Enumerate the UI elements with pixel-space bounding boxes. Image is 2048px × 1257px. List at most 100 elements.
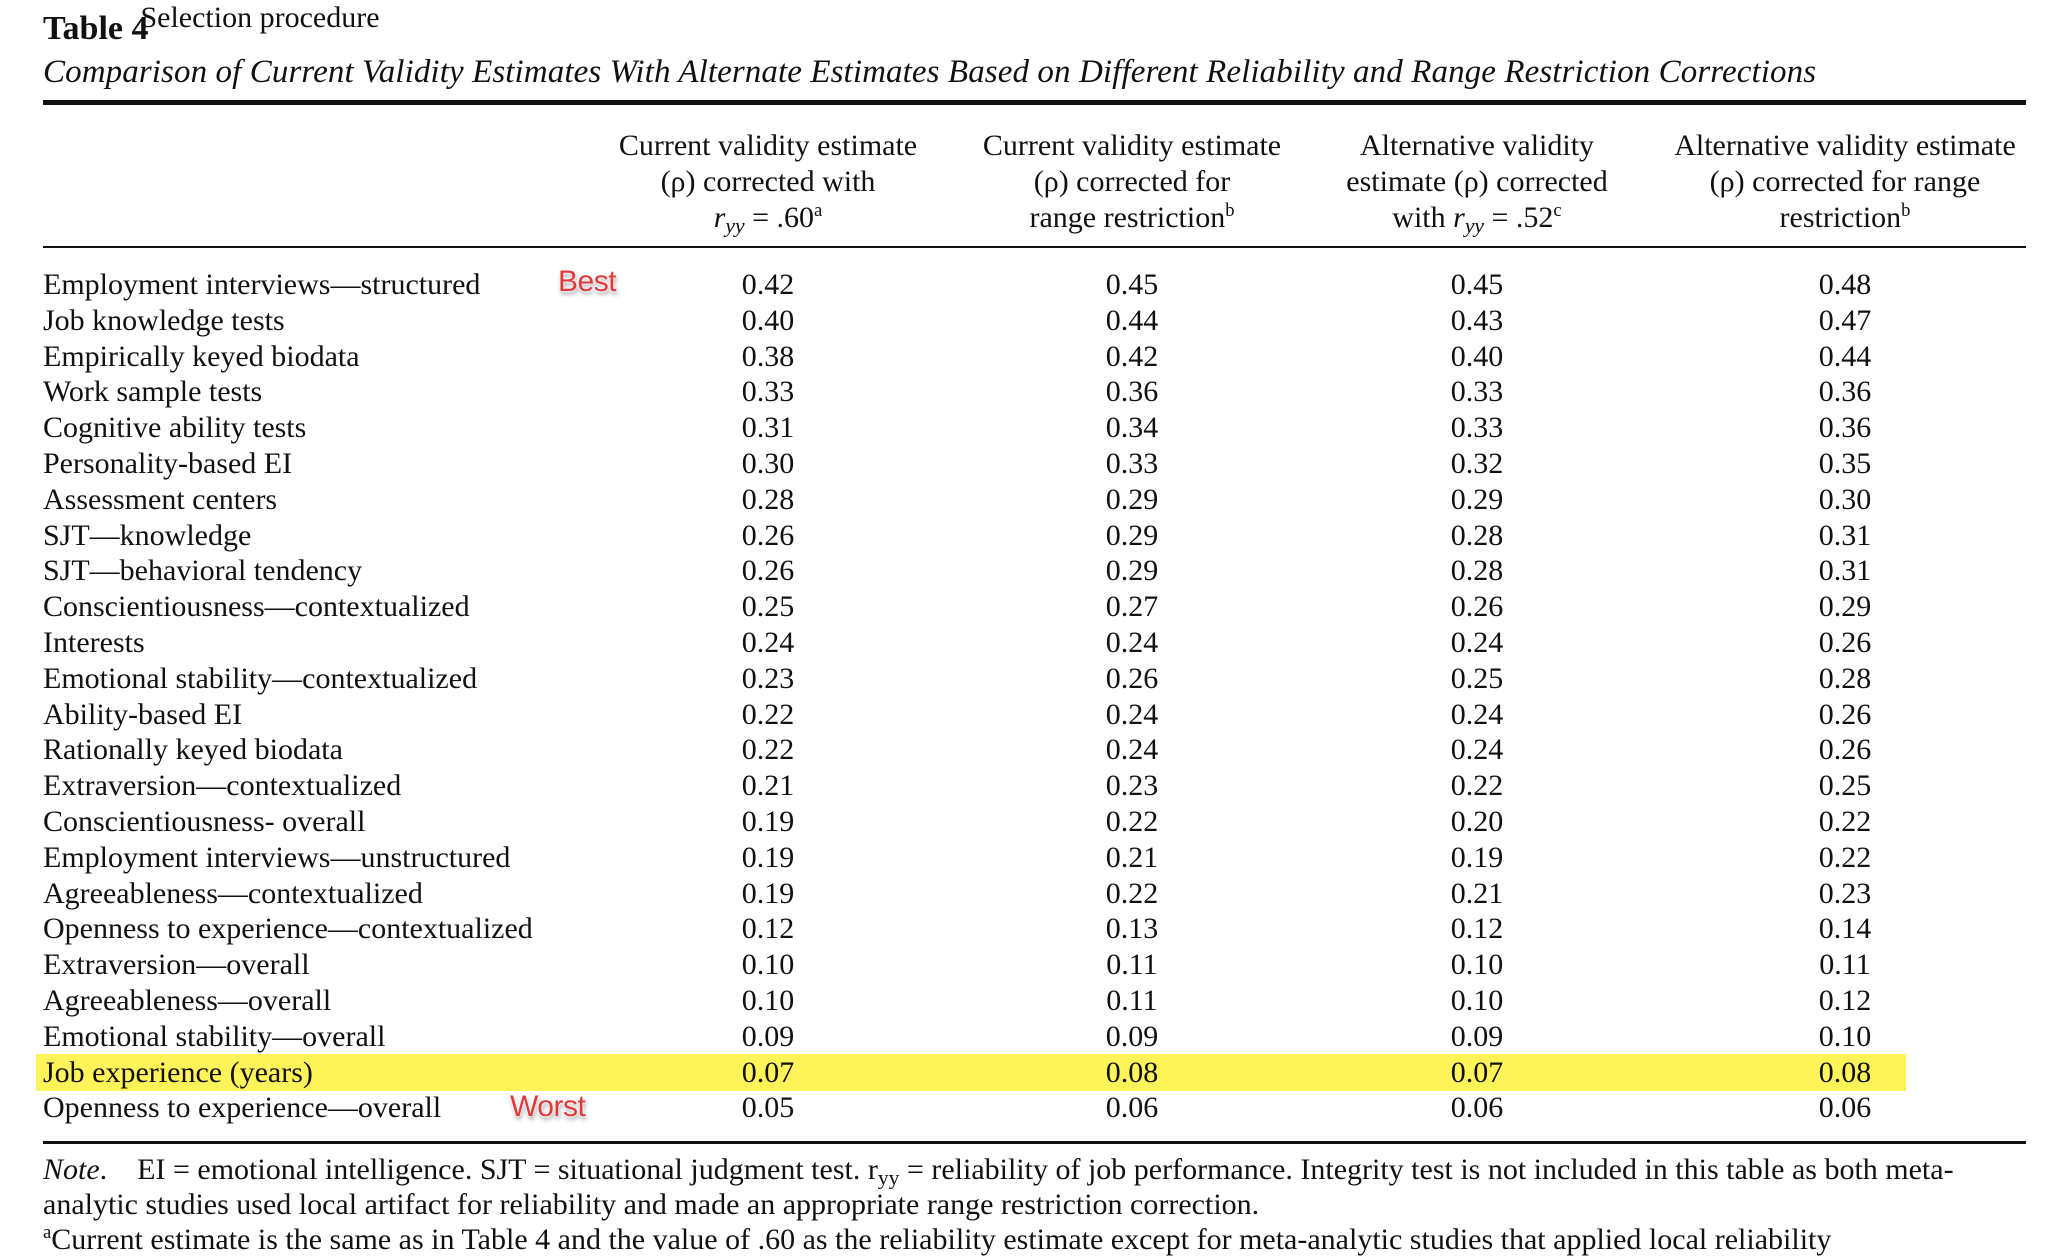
value-cell: 0.22 [1818,804,1872,838]
value-cell: 0.24 [1450,697,1504,731]
value-cell: 0.13 [1105,912,1159,946]
value-cell: 0.24 [1450,625,1504,659]
value-cell: 0.42 [1105,339,1159,373]
value-cell: 0.36 [1105,375,1159,409]
procedure-cell: Emotional stability—overall [43,1019,386,1053]
value-cell: 0.40 [1450,339,1504,373]
value-cell: 0.28 [1450,554,1504,588]
table-row: Openness to experience—overall 0.05 0.06 0.… [0,1090,2048,1126]
worst-annotation: Worst [510,1090,586,1123]
procedure-cell: Employment interviews—structured [43,268,481,301]
procedure-cell: Job knowledge tests [43,303,285,337]
value-cell: 0.35 [1818,446,1872,480]
header-line: (ρ) corrected for range [1709,165,1981,198]
value-cell: 0.22 [1105,876,1159,910]
procedure-cell: Work sample tests [43,375,263,409]
value-cell: 0.22 [741,697,795,731]
value-cell: 0.45 [1450,268,1504,301]
value-cell: 0.22 [1105,804,1159,838]
value-cell: 0.38 [741,339,795,373]
table-row: Personality-based EI 0.30 0.33 0.32 0.35 [0,446,2048,482]
value-cell: 0.31 [1818,554,1872,588]
header-line: range restrictionb [1029,199,1235,234]
value-cell: 0.06 [1818,1091,1872,1125]
value-cell: 0.12 [1818,983,1872,1017]
value-cell: 0.36 [1818,411,1872,445]
value-cell: 0.24 [1450,733,1504,767]
procedure-cell: Conscientiousness—contextualized [43,590,470,624]
value-cell: 0.24 [1105,625,1159,659]
value-cell: 0.24 [1105,733,1159,767]
value-cell: 0.19 [741,840,795,874]
value-cell: 0.25 [741,590,795,624]
header-line: Current validity estimate [618,129,918,162]
procedure-cell: Assessment centers [43,482,278,516]
header-line: (ρ) corrected with [660,165,876,198]
column-header-alternative-range: Alternative validity estimate (ρ) correc… [1660,128,2030,236]
value-cell: 0.45 [1105,268,1159,301]
column-header-current-reliability: Current validity estimate (ρ) corrected … [598,128,938,236]
value-cell: 0.09 [1105,1019,1159,1053]
value-cell: 0.10 [1450,983,1504,1017]
value-cell: 0.26 [741,518,795,552]
value-cell: 0.31 [1818,518,1872,552]
value-cell: 0.10 [1450,948,1504,982]
table-body: Employment interviews—structured 0.42 0.45… [0,267,2048,1126]
table-row: Agreeableness—contextualized 0.19 0.22 0.21… [0,876,2048,912]
table-row: Work sample tests 0.33 0.36 0.33 0.36 [0,374,2048,410]
value-cell: 0.44 [1818,339,1872,373]
value-cell: 0.26 [1450,590,1504,624]
column-header-alternative-reliability: Alternative validity estimate (ρ) correc… [1317,128,1637,236]
value-cell: 0.05 [741,1091,795,1125]
procedure-cell: Extraversion—overall [43,948,310,982]
table-row: Employment interviews—unstructured 0.19 0.… [0,840,2048,876]
value-cell: 0.29 [1105,482,1159,516]
table-row: Interests 0.24 0.24 0.24 0.26 [0,625,2048,661]
bottom-rule [43,1141,2026,1144]
value-cell: 0.43 [1450,303,1504,337]
value-cell: 0.21 [741,769,795,803]
value-cell: 0.42 [741,268,795,301]
header-line: restrictionb [1779,199,1911,234]
procedure-cell: Personality-based EI [43,446,293,480]
value-cell: 0.09 [741,1019,795,1053]
header-rule [43,246,2026,248]
value-cell: 0.32 [1450,446,1504,480]
table-row-highlighted: Job experience (years) 0.07 0.08 0.07 0.08 [0,1053,2048,1091]
table-title: Comparison of Current Validity Estimates… [43,54,1817,90]
value-cell: 0.26 [1105,661,1159,695]
value-cell: 0.34 [1105,411,1159,445]
value-cell: 0.33 [1450,375,1504,409]
procedure-cell: Rationally keyed biodata [43,733,343,767]
procedure-cell: Empirically keyed biodata [43,339,360,373]
note-line: analytic studies used local artifact for… [43,1188,1260,1221]
table-row: SJT—knowledge 0.26 0.29 0.28 0.31 [0,518,2048,554]
procedure-cell: Openness to experience—overall [43,1091,442,1125]
table-number: Table 4 [43,10,149,47]
value-cell: 0.33 [1450,411,1504,445]
best-annotation: Best [558,265,617,298]
value-cell: 0.11 [1106,983,1158,1017]
value-cell: 0.21 [1450,876,1504,910]
value-cell: 0.24 [1105,697,1159,731]
value-cell: 0.09 [1450,1019,1504,1053]
value-cell: 0.07 [1450,1055,1504,1089]
procedure-cell: Openness to experience—contextualized [43,912,533,946]
procedure-cell: SJT—knowledge [43,518,252,552]
value-cell: 0.08 [1105,1055,1159,1089]
table-row: Ability-based EI 0.22 0.24 0.24 0.26 [0,697,2048,733]
value-cell: 0.44 [1105,303,1159,337]
table-row: Extraversion—overall 0.10 0.11 0.10 0.11 [0,947,2048,983]
value-cell: 0.22 [1818,840,1872,874]
value-cell: 0.28 [1450,518,1504,552]
procedure-cell: Agreeableness—contextualized [43,876,423,910]
header-line: estimate (ρ) corrected [1346,165,1608,198]
column-header-current-range: Current validity estimate (ρ) corrected … [962,128,1302,236]
value-cell: 0.36 [1818,375,1872,409]
value-cell: 0.19 [741,876,795,910]
value-cell: 0.29 [1105,554,1159,588]
procedure-cell: Employment interviews—unstructured [43,840,511,874]
table-row: Agreeableness—overall 0.10 0.11 0.10 0.12 [0,983,2048,1019]
value-cell: 0.26 [741,554,795,588]
value-cell: 0.24 [741,625,795,659]
